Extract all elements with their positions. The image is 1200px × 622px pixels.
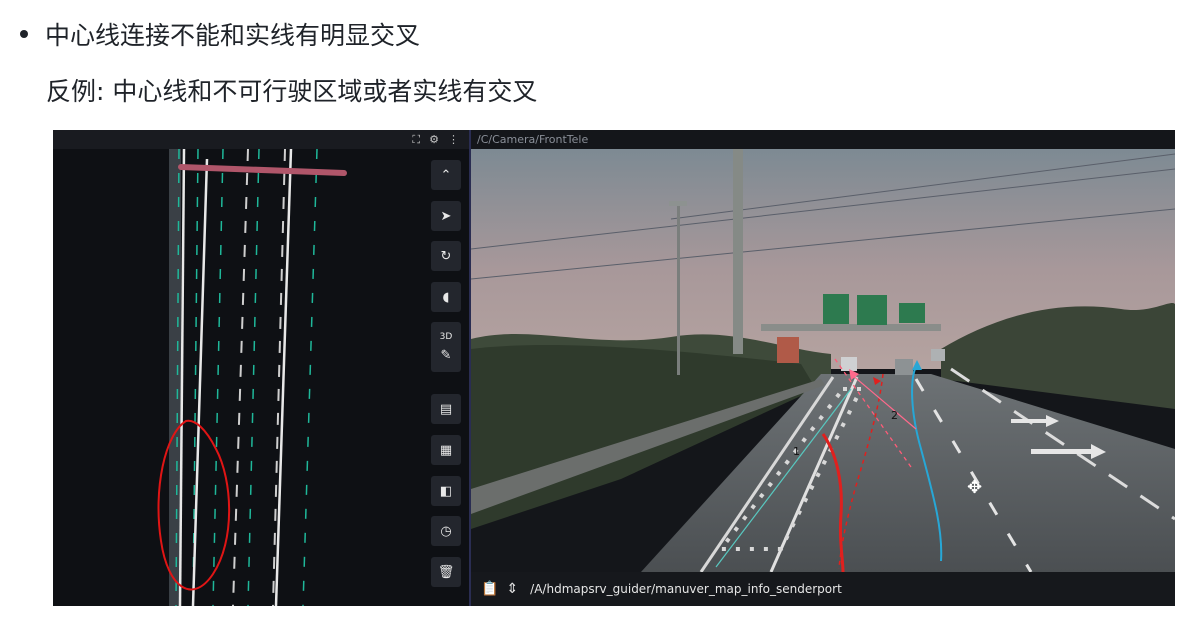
sign-board — [899, 303, 925, 323]
topic-bar: 📋 ⇕ /A/hdmapsrv_guider/manuver_map_info_… — [471, 572, 1175, 606]
more-icon[interactable]: ⋮ — [448, 133, 459, 146]
bullet-dot — [20, 30, 28, 38]
map-road-strip — [169, 149, 181, 606]
ruler-icon: ✎ — [440, 347, 452, 363]
view-3d-label: 3D — [439, 331, 453, 342]
car — [895, 359, 913, 375]
map-cyan-dash — [247, 149, 260, 606]
qr-grid-icon: ▦ — [439, 442, 453, 458]
map-cyan-dash — [302, 149, 318, 606]
gear-icon[interactable]: ⚙ — [429, 133, 439, 146]
trash-icon: 🗑 — [437, 564, 455, 580]
car — [841, 357, 857, 371]
sign-board — [857, 295, 887, 325]
reset-rotate-button[interactable]: ↻ — [431, 241, 461, 271]
camera-panel: /C/Camera/FrontTele 1 2 ✥ 📋 ⇕ /A/hdmapsr… — [471, 130, 1175, 606]
embedded-screenshot: ⛶ ⚙ ⋮ ⌃ ➤ ↻ ◖ 3D ✎ ▤ ▦ ◧ ◷ 🗑 /C/Camera/F… — [53, 130, 1175, 606]
map-panel: ⛶ ⚙ ⋮ ⌃ ➤ ↻ ◖ 3D ✎ ▤ ▦ ◧ ◷ 🗑 — [53, 130, 469, 606]
bullet-text: 中心线连接不能和实线有明显交叉 — [45, 21, 421, 50]
map-icon: ▤ — [439, 401, 453, 417]
map-canvas[interactable] — [53, 149, 469, 606]
camera-image[interactable]: 1 2 — [471, 149, 1175, 572]
overlay-label-1: 1 — [793, 445, 800, 458]
collapse-up-button[interactable]: ⌃ — [431, 160, 461, 190]
gantry — [761, 324, 941, 331]
grid-button[interactable]: ▦ — [431, 435, 461, 465]
map-cyan-dash — [212, 149, 224, 606]
counterexample-text: 反例: 中心线和不可行驶区域或者实线有交叉 — [46, 77, 538, 106]
select-pointer-button[interactable]: ➤ — [431, 201, 461, 231]
split-view-icon: ◧ — [439, 483, 453, 499]
map-solid-white-line — [274, 149, 293, 606]
bullet-item: 中心线连接不能和实线有明显交叉 — [20, 14, 420, 54]
view-3d-button[interactable]: 3D ✎ — [431, 322, 461, 372]
split-view-button[interactable]: ◧ — [431, 476, 461, 506]
clock-icon: ◷ — [440, 523, 452, 539]
delete-trash-button[interactable]: 🗑 — [431, 557, 461, 587]
car — [931, 349, 945, 361]
lamp-post — [677, 205, 680, 375]
mouse-icon: ◖ — [442, 289, 450, 305]
map-white-dash — [232, 149, 249, 606]
move-cursor-icon: ✥ — [967, 477, 983, 498]
mouse-mode-button[interactable]: ◖ — [431, 282, 461, 312]
rotate-icon: ↻ — [440, 248, 452, 264]
pointer-icon: ➤ — [440, 208, 452, 224]
chevron-up-icon: ⌃ — [440, 167, 452, 183]
sign-board — [823, 294, 849, 324]
map-solid-white-line — [191, 158, 209, 606]
camera-topic-label: /C/Camera/FrontTele — [477, 133, 589, 146]
overlay-label-2: 2 — [891, 409, 898, 422]
truck — [777, 337, 799, 363]
topic-path-label: /A/hdmapsrv_guider/manuver_map_info_send… — [530, 582, 842, 596]
fullscreen-icon[interactable]: ⛶ — [412, 133, 420, 147]
map-button[interactable]: ▤ — [431, 394, 461, 424]
pole — [733, 149, 743, 354]
map-panel-header: ⛶ ⚙ ⋮ — [53, 130, 469, 149]
history-clock-button[interactable]: ◷ — [431, 516, 461, 546]
lamp-head — [669, 201, 687, 206]
clipboard-icon[interactable]: 📋 — [481, 581, 498, 597]
collapse-icon[interactable]: ⇕ — [506, 581, 518, 597]
